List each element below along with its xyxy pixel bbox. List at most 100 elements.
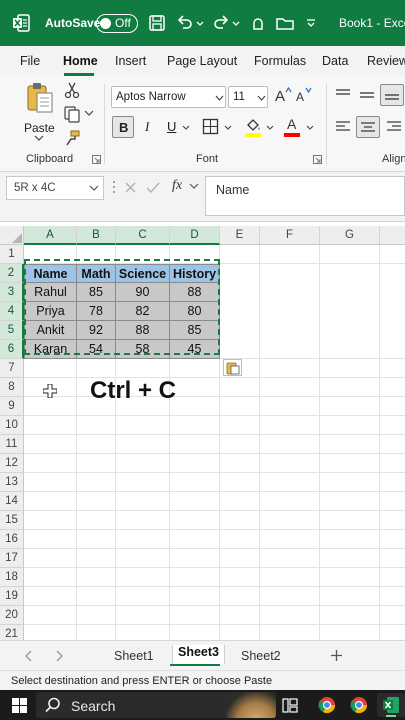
save-icon[interactable] bbox=[147, 13, 167, 33]
column-header-d[interactable]: D bbox=[170, 226, 220, 245]
tab-insert[interactable]: Insert bbox=[115, 54, 146, 68]
align-center-button[interactable] bbox=[356, 116, 380, 138]
bold-button[interactable]: B bbox=[112, 116, 134, 138]
select-all-corner[interactable] bbox=[0, 226, 24, 245]
row-header-13[interactable]: 13 bbox=[0, 473, 24, 492]
copy-icon[interactable] bbox=[63, 105, 81, 123]
column-header-partial[interactable] bbox=[380, 226, 405, 245]
clipboard-launcher-icon[interactable] bbox=[92, 155, 101, 164]
table-cell[interactable]: 45 bbox=[170, 340, 220, 359]
table-header-cell[interactable]: Science bbox=[116, 264, 170, 283]
format-painter-icon[interactable] bbox=[63, 129, 81, 147]
row-header-20[interactable]: 20 bbox=[0, 606, 24, 625]
table-header-cell[interactable]: Math bbox=[77, 264, 116, 283]
table-cell[interactable]: 92 bbox=[77, 321, 116, 340]
splitter-icon[interactable] bbox=[112, 178, 116, 196]
chrome-profile-icon[interactable] bbox=[350, 696, 368, 714]
row-header-12[interactable]: 12 bbox=[0, 454, 24, 473]
table-cell[interactable]: 54 bbox=[77, 340, 116, 359]
sheet-tab-sheet3[interactable]: Sheet3 bbox=[172, 645, 225, 664]
table-cell[interactable]: 85 bbox=[170, 321, 220, 340]
row-header-11[interactable]: 11 bbox=[0, 435, 24, 454]
table-cell[interactable]: 82 bbox=[116, 302, 170, 321]
tab-formulas[interactable]: Formulas bbox=[254, 54, 306, 68]
table-cell[interactable]: 80 bbox=[170, 302, 220, 321]
row-header-19[interactable]: 19 bbox=[0, 587, 24, 606]
borders-button[interactable] bbox=[202, 117, 236, 137]
column-header-a[interactable]: A bbox=[24, 226, 77, 245]
font-name-select[interactable]: Aptos Narrow bbox=[111, 86, 226, 108]
font-size-select[interactable]: 11 bbox=[228, 86, 268, 108]
tab-home[interactable]: Home bbox=[63, 54, 98, 68]
row-header-21[interactable]: 21 bbox=[0, 625, 24, 640]
row-header-5[interactable]: 5 bbox=[0, 321, 24, 340]
table-cell[interactable]: Rahul bbox=[24, 283, 77, 302]
align-right-icon[interactable] bbox=[386, 120, 402, 134]
table-cell[interactable]: 78 bbox=[77, 302, 116, 321]
row-header-6[interactable]: 6 bbox=[0, 340, 24, 359]
table-cell[interactable]: Priya bbox=[24, 302, 77, 321]
table-cell[interactable]: Karan bbox=[24, 340, 77, 359]
taskbar-search[interactable]: Search bbox=[36, 692, 276, 718]
italic-button[interactable]: I bbox=[140, 116, 158, 138]
table-cell[interactable]: Ankit bbox=[24, 321, 77, 340]
row-header-16[interactable]: 16 bbox=[0, 530, 24, 549]
name-box[interactable]: 5R x 4C bbox=[6, 176, 104, 200]
fill-color-button[interactable] bbox=[244, 116, 278, 138]
undo-icon[interactable] bbox=[175, 13, 195, 33]
redo-icon[interactable] bbox=[211, 13, 231, 33]
column-header-c[interactable]: C bbox=[116, 226, 170, 245]
row-header-17[interactable]: 17 bbox=[0, 549, 24, 568]
underline-button[interactable]: U bbox=[164, 116, 194, 138]
tab-data[interactable]: Data bbox=[322, 54, 348, 68]
cancel-icon[interactable] bbox=[124, 181, 137, 194]
row-header-18[interactable]: 18 bbox=[0, 568, 24, 587]
row-header-1[interactable]: 1 bbox=[0, 245, 24, 264]
column-header-g[interactable]: G bbox=[320, 226, 380, 245]
table-header-cell[interactable]: History bbox=[170, 264, 220, 283]
windows-start-icon[interactable] bbox=[12, 698, 27, 713]
row-header-2[interactable]: 2 bbox=[0, 264, 24, 283]
middle-align-icon[interactable] bbox=[359, 88, 375, 102]
scroll-right-icon[interactable] bbox=[54, 650, 64, 662]
font-color-button[interactable]: A bbox=[284, 116, 318, 138]
row-header-7[interactable]: 7 bbox=[0, 359, 24, 378]
insert-function-button[interactable]: fx bbox=[172, 178, 182, 194]
increase-font-size-button[interactable]: A bbox=[274, 87, 292, 107]
redo-dropdown-icon[interactable] bbox=[231, 13, 241, 33]
cut-icon[interactable] bbox=[63, 81, 81, 99]
tab-page-layout[interactable]: Page Layout bbox=[167, 54, 237, 68]
row-header-10[interactable]: 10 bbox=[0, 416, 24, 435]
sheet-tab-sheet1[interactable]: Sheet1 bbox=[114, 649, 154, 663]
top-align-icon[interactable] bbox=[335, 88, 351, 102]
scroll-left-icon[interactable] bbox=[24, 650, 34, 662]
column-header-b[interactable]: B bbox=[77, 226, 116, 245]
column-header-f[interactable]: F bbox=[260, 226, 320, 245]
worksheet-grid[interactable]: A B C D E F G 1 2 3 4 5 6 7 8 9 10 11 12… bbox=[0, 222, 405, 640]
formula-input[interactable]: Name bbox=[205, 176, 405, 216]
tab-review[interactable]: Review bbox=[367, 54, 405, 68]
touch-mode-icon[interactable] bbox=[248, 13, 268, 33]
bottom-align-button[interactable] bbox=[380, 84, 404, 106]
table-cell[interactable]: 85 bbox=[77, 283, 116, 302]
align-left-icon[interactable] bbox=[335, 120, 351, 134]
row-header-9[interactable]: 9 bbox=[0, 397, 24, 416]
row-header-4[interactable]: 4 bbox=[0, 302, 24, 321]
task-view-icon[interactable] bbox=[282, 698, 298, 713]
customize-toolbar-icon[interactable] bbox=[305, 13, 317, 33]
row-header-14[interactable]: 14 bbox=[0, 492, 24, 511]
excel-taskbar-button[interactable] bbox=[377, 693, 405, 717]
table-cell[interactable]: 58 bbox=[116, 340, 170, 359]
table-header-cell[interactable]: Name bbox=[24, 264, 77, 283]
table-cell[interactable]: 88 bbox=[116, 321, 170, 340]
sheet-tab-sheet2[interactable]: Sheet2 bbox=[241, 649, 281, 663]
tab-file[interactable]: File bbox=[20, 54, 40, 68]
paste-button[interactable]: Paste bbox=[22, 82, 62, 141]
table-cell[interactable]: 88 bbox=[170, 283, 220, 302]
autosave-toggle[interactable]: Off bbox=[96, 14, 138, 33]
open-folder-icon[interactable] bbox=[275, 13, 295, 33]
row-header-15[interactable]: 15 bbox=[0, 511, 24, 530]
paste-options-button[interactable] bbox=[223, 359, 242, 376]
font-launcher-icon[interactable] bbox=[313, 155, 322, 164]
add-sheet-icon[interactable] bbox=[330, 649, 343, 662]
